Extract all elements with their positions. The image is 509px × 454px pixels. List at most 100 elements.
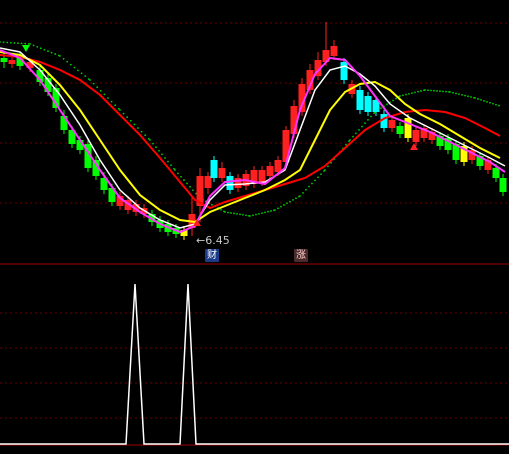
ma-dotted-point [455,92,457,95]
ma-dotted-point [355,132,357,135]
ma-dotted-point [486,100,488,103]
ma-dotted-point [305,188,307,191]
ma-dotted-point [361,125,363,128]
ma-dotted-point [96,86,99,89]
ma-dotted-point [417,90,419,93]
candle-body [499,178,507,192]
rise-marker[interactable]: 涨 [294,249,308,262]
candle-body [226,176,234,190]
ma-dotted-point [47,50,49,53]
ma-dotted-point [144,134,147,137]
ma-dotted-point [99,89,102,92]
ma-dotted-point [69,63,72,66]
down-arrow-icon [22,45,30,52]
ma-dotted-point [239,213,241,216]
ma-dotted-point [474,97,476,99]
ma-dotted-point [89,79,91,81]
ma-dotted-point [395,97,397,100]
ma-dotted-point [405,93,407,96]
ma-dotted-point [24,42,27,45]
ma-dotted-point [2,41,5,44]
ma-dotted-point [20,42,23,45]
ma-dotted-point [436,90,438,92]
ma-dotted-point [299,195,301,197]
finance-marker[interactable]: 财 [205,249,219,262]
candle-body [204,176,212,188]
ma-dotted-point [245,214,247,217]
ma-dotted-point [258,212,260,215]
ma-dotted-point [327,165,329,168]
ma-dotted-point [324,169,326,171]
candle-body [356,90,364,110]
ma-dotted-point [292,199,294,201]
ma-dotted-point [477,98,479,100]
stock-chart: ←6.45 财 涨 [0,0,509,450]
ma-dotted-point [155,146,157,149]
ma-dotted-point [449,91,451,93]
ma-dotted-point [386,103,388,106]
ma-dotted-point [17,42,19,45]
ma-dotted-point [158,149,160,152]
ma-dotted-point [498,104,500,107]
ma-dotted-point [427,89,429,92]
ma-dotted-point [489,101,491,104]
ma-dotted-point [255,213,257,216]
ma-dotted-point [399,95,401,97]
ma-dotted-point [270,210,272,212]
ma-dotted-point [13,42,16,44]
ma-dotted-point [286,202,288,205]
ma-dotted-point [402,94,404,97]
ma-dotted-point [283,204,285,206]
ma-dotted-point [483,99,485,102]
ma-dotted-point [227,211,229,214]
ma-dotted-point [439,90,441,93]
ma-dotted-point [220,208,222,211]
candle-body [388,120,396,128]
ma-dotted-point [274,209,276,211]
ma-dotted-point [140,130,143,133]
ma-dotted-point [442,90,444,93]
candle-body [218,168,226,178]
candle-body [330,46,338,56]
ma-dotted-point [302,191,304,194]
ma-dotted-point [189,185,191,188]
ma-dotted-point [107,97,109,99]
candle-body [258,170,266,182]
ma-dotted-point [464,94,466,97]
ma-dotted-point [420,90,422,92]
ma-dotted-point [461,93,463,96]
ma-dotted-point [308,185,310,188]
ma-dotted-point [6,41,9,44]
ma-dotted-point [358,129,360,131]
candle-body [8,60,16,64]
ma-dotted-point [495,103,497,106]
ma-dotted-point [161,153,163,156]
ma-dotted-point [192,189,194,192]
up-arrow-icon [410,143,418,150]
ma-dotted-point [317,176,319,179]
candle-body [396,126,404,134]
ma-dotted-point [314,179,316,182]
ma-dotted-point [103,93,106,96]
ma-dotted-point [0,41,1,43]
ma-dotted-point [152,142,154,145]
ma-dotted-point [54,53,57,55]
ma-dotted-point [180,175,182,178]
ma-dotted-point [110,100,113,103]
ma-dotted-point [311,182,313,185]
ma-dotted-point [92,82,95,85]
ma-dotted-point [430,89,432,92]
ma-dotted-point [186,182,188,185]
ma-dotted-point [183,179,185,181]
ma-dotted-point [32,44,35,47]
ma-dotted-point [66,60,69,63]
ma-dotted-point [236,213,238,215]
ma-dotted-point [445,90,447,93]
indicator-spike-line [0,283,509,445]
ma-dotted-point [230,212,232,214]
ma-dotted-point [224,211,226,213]
ma-dotted-point [280,205,282,208]
ma-dotted-point [149,139,151,141]
ma-dotted-point [467,95,469,98]
ma-dotted-point [233,212,235,215]
